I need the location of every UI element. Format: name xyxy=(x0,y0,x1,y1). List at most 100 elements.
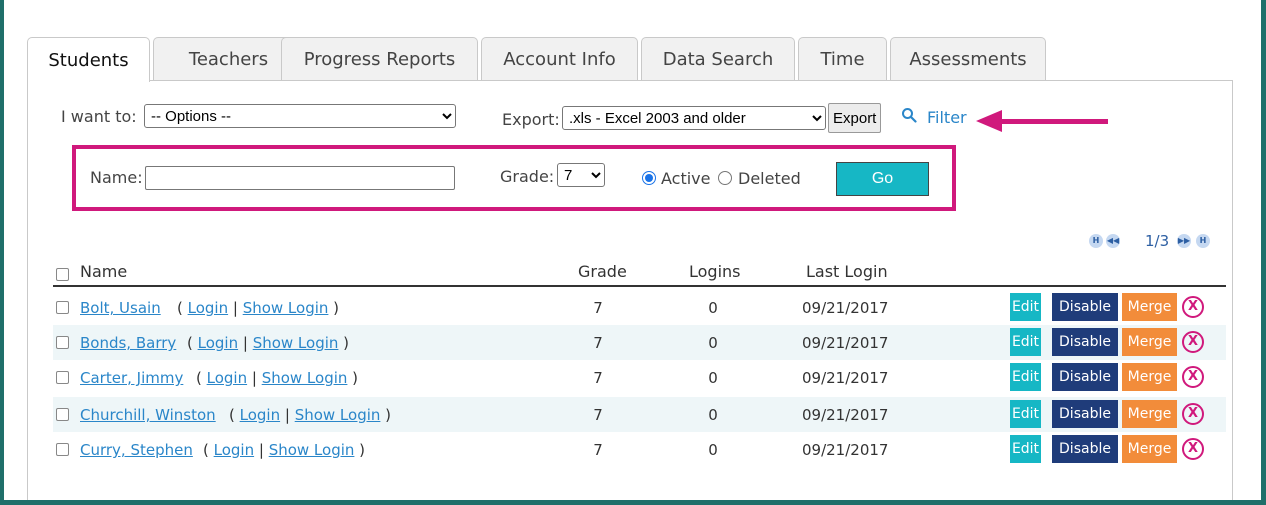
page-indicator: 1/3 xyxy=(1145,232,1170,250)
table-row: Carter, Jimmy ( Login | Show Login ) 7 0 09/… xyxy=(53,360,1226,395)
options-select[interactable]: -- Options -- xyxy=(144,104,456,128)
last-login-cell: 09/21/2017 xyxy=(802,441,889,459)
student-name-link[interactable]: Carter, Jimmy xyxy=(80,369,183,387)
delete-icon[interactable]: X xyxy=(1182,438,1204,460)
deleted-label: Deleted xyxy=(738,169,801,188)
link-separator: | xyxy=(238,334,253,352)
disable-button[interactable]: Disable xyxy=(1052,435,1118,463)
search-icon[interactable] xyxy=(901,107,917,123)
window-frame-right xyxy=(1261,0,1266,505)
merge-button[interactable]: Merge xyxy=(1122,293,1177,321)
show-login-link[interactable]: Show Login xyxy=(295,406,381,424)
grade-cell: 7 xyxy=(593,369,603,387)
link-separator: | xyxy=(280,406,295,424)
show-login-link[interactable]: Show Login xyxy=(253,334,339,352)
login-links: ( Login | Show Login ) xyxy=(196,369,358,387)
tab-data-search[interactable]: Data Search xyxy=(641,37,795,80)
login-links: ( Login | Show Login ) xyxy=(203,441,365,459)
merge-button[interactable]: Merge xyxy=(1122,400,1177,428)
show-login-link[interactable]: Show Login xyxy=(262,369,348,387)
link-separator: | xyxy=(228,299,243,317)
tab-time[interactable]: Time xyxy=(798,37,887,80)
delete-icon[interactable]: X xyxy=(1182,331,1204,353)
edit-button[interactable]: Edit xyxy=(1010,293,1041,321)
deleted-radio[interactable] xyxy=(718,171,732,185)
tab-students[interactable]: Students xyxy=(27,37,150,82)
student-name-link[interactable]: Bolt, Usain xyxy=(80,299,161,317)
logins-cell: 0 xyxy=(708,406,718,424)
login-link[interactable]: Login xyxy=(207,369,247,387)
disable-button[interactable]: Disable xyxy=(1052,363,1118,391)
login-link[interactable]: Login xyxy=(214,441,254,459)
prev-page-icon[interactable]: ◀◀ xyxy=(1106,234,1120,248)
login-link[interactable]: Login xyxy=(198,334,238,352)
paren-close: ) xyxy=(347,369,359,387)
row-checkbox[interactable] xyxy=(56,371,69,384)
delete-icon[interactable]: X xyxy=(1182,366,1204,388)
login-links: ( Login | Show Login ) xyxy=(177,299,339,317)
merge-button[interactable]: Merge xyxy=(1122,363,1177,391)
login-link[interactable]: Login xyxy=(240,406,280,424)
last-page-icon[interactable]: H xyxy=(1196,234,1210,248)
student-name-link[interactable]: Churchill, Winston xyxy=(80,406,216,424)
column-header-logins: Logins xyxy=(689,262,741,281)
link-separator: | xyxy=(247,369,262,387)
export-label: Export: xyxy=(502,110,560,129)
show-login-link[interactable]: Show Login xyxy=(269,441,355,459)
merge-button[interactable]: Merge xyxy=(1122,435,1177,463)
active-label: Active xyxy=(661,169,711,188)
disable-button[interactable]: Disable xyxy=(1052,293,1118,321)
edit-button[interactable]: Edit xyxy=(1010,328,1041,356)
delete-icon[interactable]: X xyxy=(1182,403,1204,425)
row-checkbox[interactable] xyxy=(56,336,69,349)
row-checkbox[interactable] xyxy=(56,301,69,314)
disable-button[interactable]: Disable xyxy=(1052,328,1118,356)
column-header-grade: Grade xyxy=(578,262,627,281)
i-want-to-label: I want to: xyxy=(61,107,137,126)
logins-cell: 0 xyxy=(708,369,718,387)
row-checkbox[interactable] xyxy=(56,408,69,421)
first-page-icon[interactable]: H xyxy=(1089,234,1103,248)
link-separator: | xyxy=(254,441,269,459)
grade-cell: 7 xyxy=(593,441,603,459)
merge-button[interactable]: Merge xyxy=(1122,328,1177,356)
disable-button[interactable]: Disable xyxy=(1052,400,1118,428)
last-login-cell: 09/21/2017 xyxy=(802,299,889,317)
name-input[interactable] xyxy=(145,166,455,190)
delete-icon[interactable]: X xyxy=(1182,296,1204,318)
table-row: Churchill, Winston ( Login | Show Login )… xyxy=(53,397,1226,432)
name-label: Name: xyxy=(90,168,143,187)
tab-assessments[interactable]: Assessments xyxy=(890,37,1046,80)
login-links: ( Login | Show Login ) xyxy=(229,406,391,424)
export-format-select[interactable]: .xls - Excel 2003 and older xyxy=(562,106,826,130)
column-header-name: Name xyxy=(80,262,128,281)
student-name-link[interactable]: Curry, Stephen xyxy=(80,441,193,459)
active-radio[interactable] xyxy=(642,171,656,185)
grade-select[interactable]: 7 xyxy=(557,163,605,187)
edit-button[interactable]: Edit xyxy=(1010,435,1041,463)
select-all-checkbox[interactable] xyxy=(56,268,69,281)
edit-button[interactable]: Edit xyxy=(1010,363,1041,391)
arrow-pointer-shaft xyxy=(998,119,1108,124)
export-button[interactable]: Export xyxy=(828,103,882,133)
paren-close: ) xyxy=(328,299,340,317)
student-name-link[interactable]: Bonds, Barry xyxy=(80,334,176,352)
go-button[interactable]: Go xyxy=(836,162,929,196)
paren-close: ) xyxy=(380,406,392,424)
edit-button[interactable]: Edit xyxy=(1010,400,1041,428)
window-frame-bottom xyxy=(0,500,1266,505)
grade-cell: 7 xyxy=(593,406,603,424)
tab-progress-reports[interactable]: Progress Reports xyxy=(281,37,478,80)
tab-account-info[interactable]: Account Info xyxy=(481,37,638,80)
filter-link[interactable]: Filter xyxy=(927,108,967,127)
login-link[interactable]: Login xyxy=(188,299,228,317)
last-login-cell: 09/21/2017 xyxy=(802,406,889,424)
login-links: ( Login | Show Login ) xyxy=(187,334,349,352)
last-login-cell: 09/21/2017 xyxy=(802,334,889,352)
last-login-cell: 09/21/2017 xyxy=(802,369,889,387)
next-page-icon[interactable]: ▶▶ xyxy=(1177,234,1191,248)
row-checkbox[interactable] xyxy=(56,443,69,456)
column-header-last-login: Last Login xyxy=(806,262,888,281)
table-row: Bonds, Barry ( Login | Show Login ) 7 0 09/2… xyxy=(53,325,1226,360)
show-login-link[interactable]: Show Login xyxy=(243,299,329,317)
